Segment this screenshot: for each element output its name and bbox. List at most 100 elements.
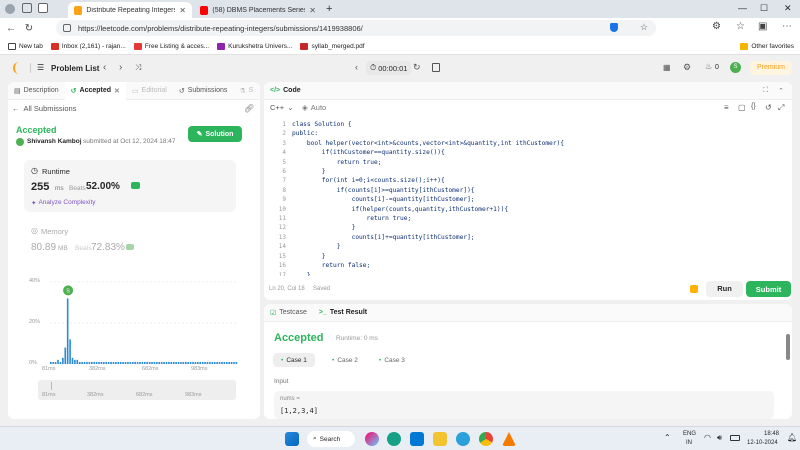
histogram-bar[interactable]: [182, 361, 185, 364]
url-field[interactable]: https://leetcode.com/problems/distribute…: [56, 20, 656, 36]
histogram-bar[interactable]: [62, 357, 64, 364]
histogram-bar[interactable]: [204, 361, 206, 364]
histogram-bar[interactable]: [134, 361, 136, 364]
edge-browser-icon[interactable]: [387, 432, 401, 446]
histogram-bar[interactable]: [127, 361, 129, 364]
layout-icon[interactable]: ▦: [663, 63, 671, 72]
histogram-bar[interactable]: [163, 361, 165, 364]
tab-testcase[interactable]: ☑ Testcase: [264, 309, 313, 317]
histogram-bar[interactable]: [78, 361, 81, 364]
notes-icon[interactable]: [432, 63, 440, 72]
histogram-bar[interactable]: [170, 361, 173, 364]
histogram-bar[interactable]: [141, 361, 144, 364]
shuffle-icon[interactable]: ⤨: [135, 63, 141, 73]
favorites-icon[interactable]: ☆: [736, 21, 745, 32]
histogram-bar[interactable]: [69, 339, 71, 364]
timer-prev-icon[interactable]: ‹: [355, 62, 358, 72]
histogram-bar[interactable]: [54, 361, 57, 364]
histogram-bar[interactable]: [117, 361, 120, 364]
histogram-bar[interactable]: [168, 361, 170, 364]
code-tab[interactable]: </> Code: [264, 87, 307, 94]
copilot-icon[interactable]: [365, 432, 379, 446]
histogram-bar[interactable]: [146, 361, 149, 364]
histogram-bar[interactable]: [216, 361, 218, 364]
histogram-bar[interactable]: [107, 361, 110, 364]
histogram-bar[interactable]: [64, 347, 67, 364]
histogram-bar[interactable]: [59, 361, 62, 364]
share-link-icon[interactable]: 🔗︎: [244, 104, 254, 113]
close-tab-icon[interactable]: ✕: [179, 6, 186, 15]
battery-icon[interactable]: [730, 435, 740, 441]
histogram-bar[interactable]: [235, 361, 238, 364]
histogram-bar[interactable]: [139, 361, 141, 364]
back-icon[interactable]: ←: [2, 23, 20, 34]
histogram-bar[interactable]: [156, 361, 158, 364]
histogram-bar[interactable]: [158, 361, 161, 364]
tab-youtube[interactable]: (58) DBMS Placements Series 202 ✕: [194, 2, 322, 18]
profile-icon[interactable]: [5, 4, 15, 14]
histogram-bar[interactable]: [180, 361, 182, 364]
close-window-icon[interactable]: ✕: [784, 3, 792, 14]
histogram-bar[interactable]: [197, 361, 199, 364]
histogram-bar[interactable]: [122, 361, 124, 364]
histogram-bar[interactable]: [90, 361, 93, 364]
code-editor[interactable]: 1 2 3 4 5 6 7 8 9 10 11 12 13 14 15 16 17 class Solution…: [264, 120, 792, 276]
histogram-bar[interactable]: [199, 361, 202, 364]
avatar[interactable]: S: [730, 62, 741, 73]
tray-chevron-icon[interactable]: ⌃: [664, 433, 671, 442]
vscode-icon[interactable]: [410, 432, 424, 446]
histogram-bar[interactable]: [225, 361, 228, 364]
site-info-icon[interactable]: [63, 24, 71, 32]
histogram-bar[interactable]: [71, 357, 74, 364]
next-problem-icon[interactable]: ›: [119, 62, 122, 73]
scrollbar[interactable]: [786, 334, 790, 360]
range-slider[interactable]: 81ms 382ms 682ms 983ms: [38, 380, 236, 400]
run-button[interactable]: Run: [706, 281, 743, 297]
histogram-bar[interactable]: [218, 361, 221, 364]
auto-toggle[interactable]: ◈ Auto: [302, 103, 326, 112]
histogram-bar[interactable]: [100, 361, 103, 364]
volume-icon[interactable]: 🔊︎: [717, 433, 722, 443]
bookmark-syllab[interactable]: syllab_merged.pdf: [300, 42, 365, 50]
extensions-icon[interactable]: ⚙: [712, 21, 721, 32]
histogram-bar[interactable]: [189, 361, 192, 364]
histogram-bar[interactable]: [103, 361, 105, 364]
settings-gear-icon[interactable]: ⚙: [683, 62, 691, 73]
premium-button[interactable]: Premium: [750, 61, 792, 75]
histogram-bar[interactable]: [221, 361, 223, 364]
username[interactable]: Shivansh Kamboj: [27, 138, 82, 145]
bookmark-kurukshetra[interactable]: Kurukshetra Univers...: [217, 42, 292, 50]
windows-start-icon[interactable]: [285, 432, 299, 446]
tab-test-result[interactable]: >_ Test Result: [313, 309, 373, 316]
collapse-panel-icon[interactable]: ⌃: [778, 87, 784, 95]
problem-list-icon[interactable]: ☰: [37, 63, 44, 72]
histogram-bar[interactable]: [228, 361, 230, 364]
histogram-bar[interactable]: [83, 361, 86, 364]
histogram-bar[interactable]: [112, 361, 115, 364]
braces-icon[interactable]: {}: [751, 103, 756, 110]
prev-problem-icon[interactable]: ‹: [103, 62, 106, 73]
collections-icon[interactable]: ▣: [758, 21, 767, 32]
histogram-bar[interactable]: [184, 361, 187, 364]
histogram-bar[interactable]: [81, 361, 83, 364]
tab-solutions[interactable]: ⚗ S: [233, 87, 259, 95]
histogram-bar[interactable]: [165, 361, 168, 364]
clock-time[interactable]: 18:48: [764, 431, 779, 437]
histogram-bar[interactable]: [105, 361, 108, 364]
tab-leetcode[interactable]: Distribute Repeating Integers - Le ✕: [68, 2, 192, 18]
histogram-bar[interactable]: [223, 361, 226, 364]
other-favorites[interactable]: Other favorites: [740, 42, 794, 50]
format-icon[interactable]: ≡: [724, 103, 729, 112]
hint-icon[interactable]: [690, 285, 698, 293]
histogram-bar[interactable]: [175, 361, 177, 364]
tab-editorial[interactable]: ▭ Editorial: [126, 87, 173, 95]
histogram-bar[interactable]: [206, 361, 209, 364]
bookmark-new-tab[interactable]: New tab: [8, 42, 43, 50]
histogram-bar[interactable]: [194, 361, 197, 364]
histogram-bar[interactable]: [115, 361, 117, 364]
histogram-bar[interactable]: [160, 361, 163, 364]
minimize-icon[interactable]: —: [738, 3, 747, 13]
case-3-tab[interactable]: • Case 3: [371, 353, 413, 367]
timer[interactable]: ⏱ 00:00:01: [366, 61, 412, 75]
histogram-bar[interactable]: [66, 298, 69, 364]
